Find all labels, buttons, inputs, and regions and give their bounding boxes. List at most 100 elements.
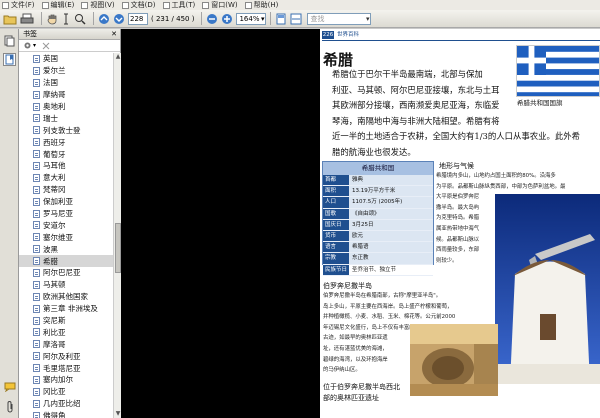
peninsula-heading: 伯罗奔尼撒半岛 <box>323 282 372 290</box>
bookmark-item[interactable]: 阿尔及利亚 <box>19 350 113 362</box>
fact-key: 首都 <box>323 175 349 186</box>
fact-key: 语言 <box>323 242 349 253</box>
select-tool-button[interactable] <box>61 12 71 26</box>
bookmark-item[interactable]: 突尼斯 <box>19 315 113 327</box>
bookmark-item[interactable]: 摩纳哥 <box>19 89 113 101</box>
bookmark-item[interactable]: 塞内加尔 <box>19 374 113 386</box>
bookmark-item[interactable]: 第三章 非洲埃及 <box>19 303 113 315</box>
menu-edit[interactable]: 编辑(E) <box>41 0 74 10</box>
bookmarks-nav-button[interactable] <box>3 53 16 66</box>
text-line: 为平原。品都斯山脉纵贯西部，中部为色萨利盆地。最 <box>436 183 566 190</box>
bookmark-item[interactable]: 法国 <box>19 77 113 89</box>
text-line: 部的奥林匹亚遗址 <box>323 394 379 402</box>
bookmark-label: 毛里塔尼亚 <box>43 363 81 373</box>
fact-value: 1107.5万 (2005年) <box>352 199 403 206</box>
menu-window[interactable]: 窗口(W) <box>202 0 238 10</box>
delete-bookmark-button[interactable] <box>42 42 50 50</box>
bookmark-item[interactable]: 列支敦士登 <box>19 124 113 136</box>
text-line: 近一半的土地适合于农耕，全国大约有1/3的人口从事农业。此外希 <box>332 131 580 141</box>
fact-key: 货币 <box>323 230 349 242</box>
pages-nav-button[interactable] <box>3 34 16 47</box>
bookmark-options-button[interactable]: ▾ <box>23 41 36 50</box>
bookmark-item[interactable]: 罗马尼亚 <box>19 208 113 220</box>
bookmark-item[interactable]: 佛得角 <box>19 410 113 418</box>
fact-key: 人口 <box>323 197 349 208</box>
bookmark-item[interactable]: 梵蒂冈 <box>19 184 113 196</box>
page-icon <box>33 150 40 159</box>
search-input[interactable]: 查找 <box>307 12 372 25</box>
menu-file[interactable]: 文件(F) <box>2 0 35 10</box>
fact-box-title: 希腊共和国 <box>323 162 433 175</box>
open-button[interactable] <box>3 12 17 26</box>
page-icon <box>33 280 40 289</box>
page-icon <box>33 221 40 230</box>
bookmark-item[interactable]: 保加利亚 <box>19 196 113 208</box>
bookmark-item[interactable]: 欧洲其他国家 <box>19 291 113 303</box>
bookmark-item[interactable]: 阿尔巴尼亚 <box>19 267 113 279</box>
document-viewport[interactable]: 226 世界百科 希腊 希腊共和国国旗 希腊位于巴尔干半岛最南端，北部与保加 利亚… <box>121 29 600 418</box>
next-page-button[interactable] <box>113 12 125 26</box>
page-header: 226 世界百科 <box>320 30 600 41</box>
menu-tools-icon <box>162 1 170 9</box>
bookmark-label: 摩纳哥 <box>43 90 66 100</box>
fit-width-button[interactable] <box>290 12 302 26</box>
attachments-nav-button[interactable] <box>3 380 16 393</box>
zoom-tool-button[interactable] <box>74 12 86 26</box>
zoom-in-button[interactable] <box>221 12 233 26</box>
bookmark-item[interactable]: 安道尔 <box>19 219 113 231</box>
page-icon <box>33 411 40 418</box>
zoom-select[interactable]: 164% <box>236 12 267 25</box>
bookmarks-scrollbar[interactable]: ▲ ▼ <box>113 53 121 418</box>
page-number-input[interactable]: 228 <box>128 12 148 25</box>
bookmarks-toolbar: ▾ <box>19 40 120 52</box>
fit-width-icon <box>290 13 302 24</box>
bookmark-item[interactable]: 希腊 <box>19 255 113 268</box>
bookmark-item[interactable]: 波黑 <box>19 243 113 255</box>
page-icon <box>33 78 40 87</box>
bookmark-item[interactable]: 塞尔维亚 <box>19 231 113 243</box>
close-icon[interactable]: ✕ <box>111 29 117 39</box>
bookmark-item[interactable]: 几内亚比绍 <box>19 398 113 410</box>
bookmark-item[interactable]: 摩洛哥 <box>19 338 113 350</box>
hand-icon <box>47 14 57 24</box>
bookmark-item[interactable]: 西班牙 <box>19 136 113 148</box>
print-button[interactable] <box>20 12 34 26</box>
bookmark-item[interactable]: 马耳他 <box>19 160 113 172</box>
bookmark-label: 英国 <box>43 54 58 64</box>
fact-row: 货币 欧元 <box>323 230 433 243</box>
arrow-down-icon <box>114 13 124 24</box>
previous-page-button[interactable] <box>98 12 110 26</box>
fact-key: 面积 <box>323 186 349 197</box>
menu-view[interactable]: 视图(V) <box>81 0 115 10</box>
bookmark-item[interactable]: 利比亚 <box>19 326 113 338</box>
bookmark-item[interactable]: 英国 <box>19 53 113 65</box>
menu-document[interactable]: 文档(D) <box>121 0 156 10</box>
bookmark-item[interactable]: 意大利 <box>19 172 113 184</box>
page-number: 226 <box>322 31 334 39</box>
menu-window-icon <box>202 1 210 9</box>
menu-tools[interactable]: 工具(T) <box>162 0 195 10</box>
text-line: 其欧洲部分接壤，西南濒爱奥尼亚海，东临爱 <box>332 100 500 110</box>
fact-row: 首都 雅典 <box>323 175 433 187</box>
bookmark-item[interactable]: 葡萄牙 <box>19 148 113 160</box>
paperclip-nav-button[interactable] <box>3 400 16 413</box>
bookmark-item[interactable]: 爱尔兰 <box>19 65 113 77</box>
chevron-down-icon: ▾ <box>33 42 37 49</box>
bookmark-label: 瑞士 <box>43 113 58 123</box>
bookmark-label: 几内亚比绍 <box>43 399 81 409</box>
bookmarks-panel-title: 书签 <box>23 30 37 38</box>
fit-page-button[interactable] <box>275 12 287 26</box>
bookmark-item[interactable]: 瑞士 <box>19 112 113 124</box>
bookmark-label: 葡萄牙 <box>43 149 66 159</box>
zoom-out-button[interactable] <box>206 12 218 26</box>
page-icon <box>33 328 40 337</box>
bookmark-item[interactable]: 奥地利 <box>19 101 113 113</box>
page-icon <box>33 375 40 384</box>
bookmark-item[interactable]: 冈比亚 <box>19 386 113 398</box>
hand-tool-button[interactable] <box>46 12 58 26</box>
fact-key: 国歌 <box>323 208 349 219</box>
bookmark-item[interactable]: 毛里塔尼亚 <box>19 362 113 374</box>
menu-help[interactable]: 帮助(H) <box>244 0 278 10</box>
bookmark-item[interactable]: 马其顿 <box>19 279 113 291</box>
fact-value: 欧元 <box>352 232 364 239</box>
